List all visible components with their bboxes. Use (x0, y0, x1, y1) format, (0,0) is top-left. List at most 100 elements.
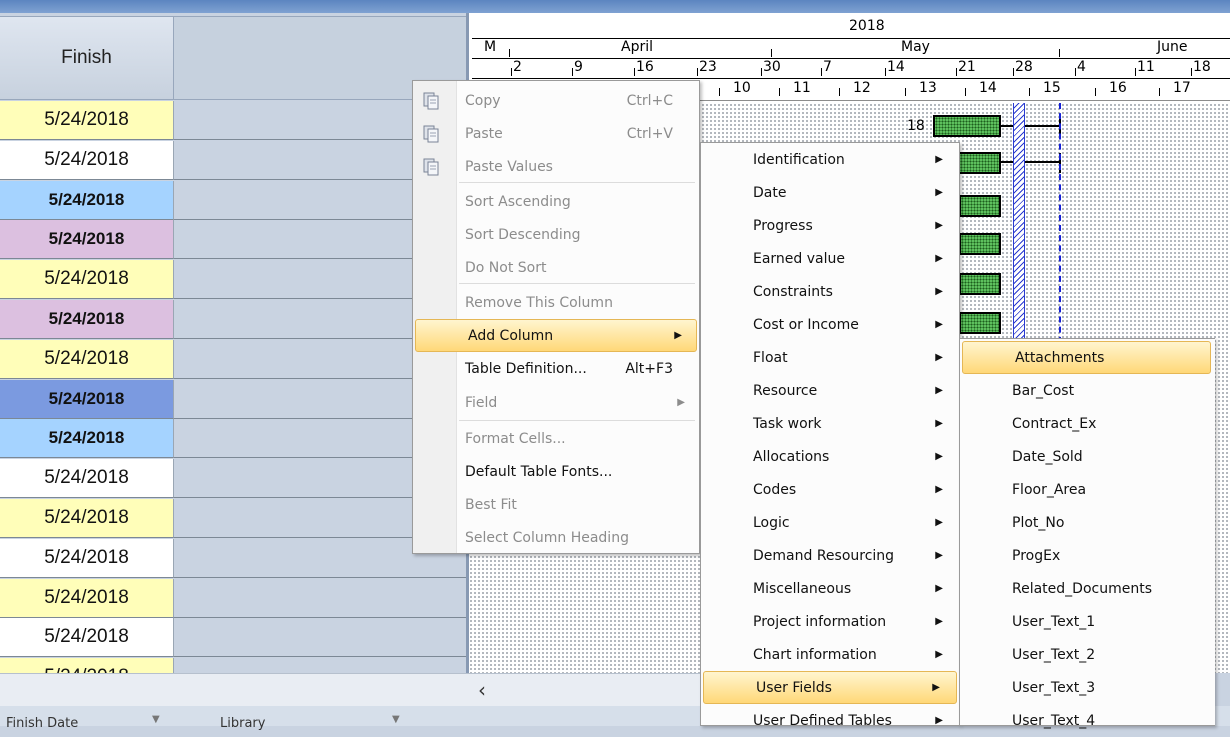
finish-cell[interactable]: 5/24/2018 (0, 379, 174, 419)
context-menu-item[interactable]: Select Column Heading (413, 521, 699, 554)
context-menu-item[interactable]: Format Cells... (413, 422, 699, 455)
finish-cell[interactable]: 5/24/2018 (0, 538, 174, 578)
context-menu-item-label: Table Definition... (465, 360, 587, 377)
finish-cell[interactable]: 5/24/2018 (0, 419, 174, 459)
context-menu-item-label: Sort Ascending (465, 193, 571, 210)
finish-cell[interactable]: 5/24/2018 (0, 618, 174, 658)
context-menu-shortcut: Ctrl+C (626, 92, 673, 109)
context-menu-item[interactable]: Sort Descending (413, 218, 699, 251)
add-column-menu-item[interactable]: Demand Resourcing ▶ (701, 539, 959, 572)
task-bar[interactable] (955, 152, 1001, 174)
add-column-menu-item[interactable]: Project information ▶ (701, 605, 959, 638)
timescale-day: 23 (699, 59, 717, 75)
user-field-menu-item[interactable]: Attachments (962, 341, 1211, 374)
horizontal-scrollbar[interactable]: ‹ (0, 673, 700, 706)
chevron-right-icon: ▶ (935, 517, 943, 528)
context-menu-shortcut: Alt+F3 (625, 360, 673, 377)
context-menu-item[interactable]: Add Column ▶ (415, 319, 697, 352)
grid-row-rest[interactable] (174, 618, 466, 658)
finish-cell[interactable]: 5/24/2018 (0, 499, 174, 538)
user-field-menu-item-label: User_Text_3 (1012, 679, 1096, 696)
context-menu-item-label: Default Table Fonts... (465, 463, 613, 480)
add-column-menu-item[interactable]: Miscellaneous ▶ (701, 572, 959, 605)
context-menu-item[interactable]: Default Table Fonts... (413, 455, 699, 488)
context-menu-item[interactable]: Do Not Sort (413, 251, 699, 284)
add-column-menu-item[interactable]: Allocations ▶ (701, 440, 959, 473)
add-column-menu-item[interactable]: Progress ▶ (701, 209, 959, 242)
add-column-menu-item[interactable]: Date ▶ (701, 176, 959, 209)
task-bar[interactable] (959, 312, 1001, 334)
finish-cell[interactable]: 5/24/2018 (0, 300, 174, 339)
user-field-menu-item[interactable]: Floor_Area (960, 473, 1215, 506)
finish-cell[interactable]: 5/24/2018 (0, 140, 174, 180)
user-field-menu-item[interactable]: Plot_No (960, 506, 1215, 539)
chevron-right-icon: ▶ (935, 253, 943, 264)
add-column-menu-item[interactable]: Cost or Income ▶ (701, 308, 959, 341)
timescale-day: 4 (1077, 59, 1086, 75)
add-column-menu-item[interactable]: Chart information ▶ (701, 638, 959, 671)
add-column-menu-item[interactable]: Identification ▶ (701, 143, 959, 176)
finish-cell[interactable]: 5/24/2018 (0, 459, 174, 499)
context-menu-item[interactable]: Copy Ctrl+C (413, 84, 699, 117)
user-field-menu-item-label: Date_Sold (1012, 448, 1083, 465)
task-bar[interactable] (959, 233, 1001, 255)
finish-column-header[interactable]: Finish (0, 16, 174, 100)
user-field-menu-item[interactable]: ProgEx (960, 539, 1215, 572)
context-menu: Copy Ctrl+C Paste Ctrl+V Paste Values Sort As… (412, 80, 700, 554)
chevron-right-icon: ▶ (935, 418, 943, 429)
context-menu-item[interactable]: Paste Values (413, 150, 699, 183)
add-column-submenu: Identification ▶ Date ▶ Progress ▶ Earned valu… (700, 142, 960, 729)
context-menu-item[interactable]: Remove This Column (413, 286, 699, 319)
add-column-menu-item[interactable]: Float ▶ (701, 341, 959, 374)
timescale-day: 7 (823, 59, 832, 75)
user-field-menu-item[interactable]: User_Text_3 (960, 671, 1215, 704)
context-menu-item[interactable]: Field ▶ (413, 386, 699, 419)
finish-cell[interactable]: 5/24/2018 (0, 578, 174, 618)
task-bar[interactable] (959, 273, 1001, 295)
chevron-right-icon: ▶ (935, 715, 943, 726)
finish-header-label: Finish (61, 47, 112, 68)
user-field-menu-item[interactable]: User_Text_4 (960, 704, 1215, 737)
add-column-menu-item[interactable]: User Fields ▶ (703, 671, 957, 704)
task-bar[interactable] (959, 195, 1001, 217)
add-column-menu-item-label: Project information (753, 613, 887, 630)
timescale-month-m: M (484, 39, 497, 55)
finish-cell[interactable]: 5/24/2018 (0, 101, 174, 140)
context-menu-item[interactable]: Sort Ascending (413, 185, 699, 218)
add-column-menu-item[interactable]: Resource ▶ (701, 374, 959, 407)
timescale-week: 17 (1173, 80, 1191, 96)
add-column-menu-item[interactable]: Codes ▶ (701, 473, 959, 506)
finish-cell[interactable]: 5/24/2018 (0, 260, 174, 300)
add-column-menu-item[interactable]: Logic ▶ (701, 506, 959, 539)
timescale-week: 12 (853, 80, 871, 96)
add-column-menu-item[interactable]: Constraints ▶ (701, 275, 959, 308)
add-column-menu-item[interactable]: User Defined Tables ▶ (701, 704, 959, 737)
user-field-menu-item[interactable]: Date_Sold (960, 440, 1215, 473)
context-menu-item[interactable]: Paste Ctrl+V (413, 117, 699, 150)
chevron-down-icon[interactable]: ▼ (152, 714, 160, 725)
user-field-menu-item[interactable]: User_Text_1 (960, 605, 1215, 638)
user-field-menu-item[interactable]: Contract_Ex (960, 407, 1215, 440)
chevron-down-icon[interactable]: ▼ (392, 714, 400, 725)
user-field-menu-item-label: Bar_Cost (1012, 382, 1075, 399)
status-field-library[interactable]: Library (220, 716, 265, 731)
finish-cell[interactable]: 5/24/2018 (0, 180, 174, 220)
add-column-menu-item[interactable]: Task work ▶ (701, 407, 959, 440)
user-field-menu-item[interactable]: Related_Documents (960, 572, 1215, 605)
context-menu-item[interactable]: Table Definition... Alt+F3 (413, 352, 699, 385)
scroll-left-icon[interactable]: ‹ (478, 678, 486, 702)
grid-row-rest[interactable] (174, 578, 466, 618)
user-field-menu-item[interactable]: Bar_Cost (960, 374, 1215, 407)
add-column-menu-item[interactable]: Earned value ▶ (701, 242, 959, 275)
add-column-menu-item-label: Miscellaneous (753, 580, 852, 597)
finish-cell[interactable]: 5/24/2018 (0, 220, 174, 260)
finish-cell[interactable]: 5/24/2018 (0, 339, 174, 379)
chevron-right-icon: ▶ (935, 616, 943, 627)
context-menu-item[interactable]: Best Fit (413, 488, 699, 521)
add-column-menu-item-label: Chart information (753, 646, 877, 663)
user-field-menu-item[interactable]: User_Text_2 (960, 638, 1215, 671)
timescale-day: 14 (887, 59, 905, 75)
status-field-finish-date[interactable]: Finish Date (6, 716, 78, 731)
paste-icon (419, 122, 443, 146)
task-bar[interactable] (933, 115, 1001, 137)
